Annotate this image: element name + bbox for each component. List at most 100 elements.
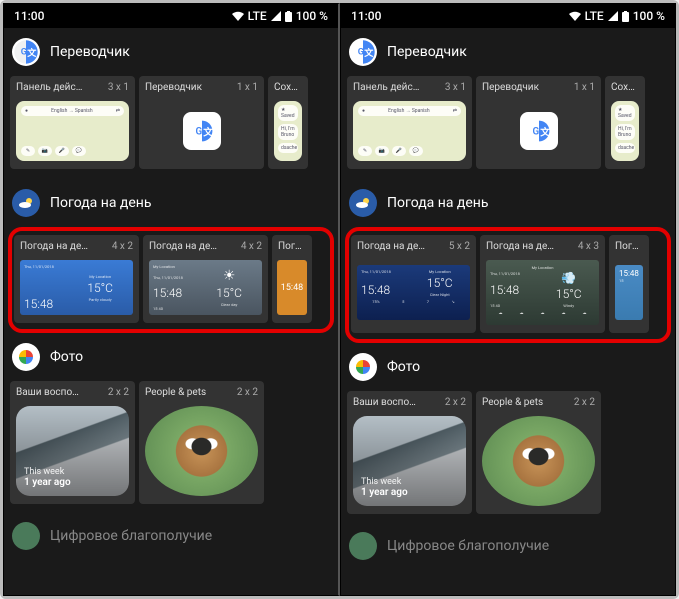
widget-name: People & pets xyxy=(482,397,543,408)
widget-weather-4x2-b[interactable]: Погода на де… 4 x 2 My Location Thu, 11/… xyxy=(143,235,268,323)
widget-name: Погода на де… xyxy=(357,241,425,252)
weather-time: 15:48 xyxy=(24,297,71,311)
weather-widgets-row[interactable]: Погода на де… 5 x 2 Thu, 11/01/2018 15:4… xyxy=(351,235,665,333)
widget-translator-1x1[interactable]: Переводчик 1 x 1 G文 xyxy=(139,76,264,169)
section-weather-title: Погода на день xyxy=(50,195,151,211)
memory-bottom: 1 year ago xyxy=(24,477,71,488)
weather-date: Thu, 11/01/2018 xyxy=(361,269,414,274)
section-wellbeing[interactable]: Цифровое благополучие xyxy=(341,524,675,568)
memory-bottom: 1 year ago xyxy=(361,487,408,498)
status-time: 11:00 xyxy=(351,9,381,23)
widget-weather-c[interactable]: Погода 15:48 15 xyxy=(609,235,649,333)
widget-saved[interactable]: Сохране ★ Saved Hi, I'm Brunodsache xyxy=(605,76,645,169)
widget-name: Переводчик xyxy=(482,82,539,93)
svg-text:文: 文 xyxy=(363,47,374,59)
svg-text:文: 文 xyxy=(26,47,37,59)
weather-cond: Partly cloudy xyxy=(89,297,112,302)
langpair-label: English → Spanish xyxy=(51,108,92,114)
widget-weather-5x2[interactable]: Погода на де… 5 x 2 Thu, 11/01/2018 15:4… xyxy=(351,235,476,333)
widget-name: Погода xyxy=(278,241,306,252)
svg-text:G: G xyxy=(358,48,364,58)
section-translator[interactable]: G文 Переводчик xyxy=(341,28,675,76)
weather-time: 15:48 xyxy=(490,283,543,297)
memory-top: This week xyxy=(361,477,408,487)
section-wellbeing-title: Цифровое благополучие xyxy=(50,528,212,544)
weather-loc: My Location xyxy=(153,264,200,269)
widget-size: 4 x 3 xyxy=(578,241,599,252)
signal-icon xyxy=(271,11,281,21)
widget-size: 2 x 2 xyxy=(574,397,595,408)
translate-app-icon: G文 xyxy=(349,38,377,66)
network-label: LTE xyxy=(248,9,267,23)
widget-action-panel[interactable]: Панель дейст… 3 x 1 ●English → Spanish⇄ … xyxy=(10,76,135,169)
weather-highlight: Погода на де… 5 x 2 Thu, 11/01/2018 15:4… xyxy=(345,227,671,343)
section-translator[interactable]: G文 Переводчик xyxy=(4,28,338,76)
svg-text:文: 文 xyxy=(540,126,550,139)
widget-weather-4x2-a[interactable]: Погода на де… 4 x 2 Thu, 11/01/2018 15:4… xyxy=(14,235,139,323)
wellbeing-app-icon xyxy=(349,532,377,560)
section-photo-title: Фото xyxy=(50,349,83,365)
weather-time: 15:48 xyxy=(281,283,303,293)
wellbeing-app-icon xyxy=(12,522,40,550)
wifi-icon xyxy=(232,11,244,21)
weather-time: 15:48 xyxy=(361,283,414,297)
widget-name: Погода xyxy=(615,241,643,252)
saved-label: Saved xyxy=(618,113,632,119)
widget-size: 4 x 2 xyxy=(112,241,133,252)
photo-widgets-row[interactable]: Ваши воспом… 2 x 2 This week 1 year ago … xyxy=(341,391,675,524)
weather-date: Thu, 11/01/2018 xyxy=(490,271,543,276)
weather-widgets-row[interactable]: Погода на де… 4 x 2 Thu, 11/01/2018 15:4… xyxy=(14,235,328,323)
status-time: 11:00 xyxy=(14,9,44,23)
weather-date: Thu, 11/01/2018 xyxy=(24,264,71,269)
section-photo[interactable]: Фото xyxy=(4,333,338,381)
battery-icon xyxy=(285,11,292,22)
photos-app-icon xyxy=(349,353,377,381)
widget-memories[interactable]: Ваши воспом… 2 x 2 This week 1 year ago xyxy=(10,381,135,504)
weather-temp: 15°C xyxy=(427,276,453,290)
battery-label: 100 % xyxy=(296,9,328,23)
widget-saved[interactable]: Сохране ★ Saved Hi, I'm Brunodsache xyxy=(268,76,308,169)
section-photo-title: Фото xyxy=(387,359,420,375)
widget-size: 2 x 2 xyxy=(108,387,129,398)
section-weather-title: Погода на день xyxy=(387,195,488,211)
widget-name: Панель дейст… xyxy=(353,82,423,93)
weather-cond: Clear day xyxy=(221,302,238,307)
section-translator-title: Переводчик xyxy=(50,44,130,60)
section-wellbeing-title: Цифровое благополучие xyxy=(387,538,549,554)
photos-app-icon xyxy=(12,343,40,371)
weather-time: 15:48 xyxy=(153,286,200,300)
translator-widgets-row[interactable]: Панель дейст… 3 x 1 ●English → Spanish⇄ … xyxy=(4,76,338,179)
widget-people-pets[interactable]: People & pets 2 x 2 xyxy=(476,391,601,514)
translator-widgets-row[interactable]: Панель дейст… 3 x 1 ●English → Spanish⇄ … xyxy=(341,76,675,179)
section-photo[interactable]: Фото xyxy=(341,343,675,391)
status-bar: 11:00 LTE 100 % xyxy=(341,4,675,28)
photo-widgets-row[interactable]: Ваши воспом… 2 x 2 This week 1 year ago … xyxy=(4,381,338,514)
phone-left: 11:00 LTE 100 % G文 Переводчик Панел xyxy=(3,3,340,596)
dual-screenshot: 11:00 LTE 100 % G文 Переводчик Панел xyxy=(3,3,676,596)
section-translator-title: Переводчик xyxy=(387,44,467,60)
weather-temp: 15°C xyxy=(216,286,242,300)
svg-text:G: G xyxy=(21,48,27,58)
widget-weather-4x3[interactable]: Погода на де… 4 x 3 My Location Thu, 11/… xyxy=(480,235,605,333)
section-weather[interactable]: Погода на день xyxy=(341,179,675,227)
weather-temp: 15°C xyxy=(556,287,582,301)
widget-size: 2 x 2 xyxy=(237,387,258,398)
svg-text:G: G xyxy=(195,126,202,137)
widget-name: Сохране xyxy=(611,82,639,93)
widget-weather-c[interactable]: Погода 15:48 xyxy=(272,235,312,323)
widget-picker[interactable]: G文 Переводчик Панель дейст… 3 x 1 ●Engli… xyxy=(341,28,675,568)
section-wellbeing[interactable]: Цифровое благополучие xyxy=(4,514,338,558)
langpair-label: English → Spanish xyxy=(388,108,429,114)
status-right: LTE 100 % xyxy=(232,9,328,23)
widget-action-panel[interactable]: Панель дейст… 3 x 1 ●English → Spanish⇄ … xyxy=(347,76,472,169)
weather-loc: My Location xyxy=(532,265,554,270)
weather-cond: Windy xyxy=(563,303,574,308)
widget-memories[interactable]: Ваши воспом… 2 x 2 This week 1 year ago xyxy=(347,391,472,514)
widget-people-pets[interactable]: People & pets 2 x 2 xyxy=(139,381,264,504)
battery-icon xyxy=(622,11,629,22)
widget-translator-1x1[interactable]: Переводчик 1 x 1 G文 xyxy=(476,76,601,169)
widget-size: 2 x 2 xyxy=(445,397,466,408)
section-weather[interactable]: Погода на день xyxy=(4,179,338,227)
widget-picker[interactable]: G文 Переводчик Панель дейст… 3 x 1 ●Engli… xyxy=(4,28,338,558)
wifi-icon xyxy=(569,11,581,21)
